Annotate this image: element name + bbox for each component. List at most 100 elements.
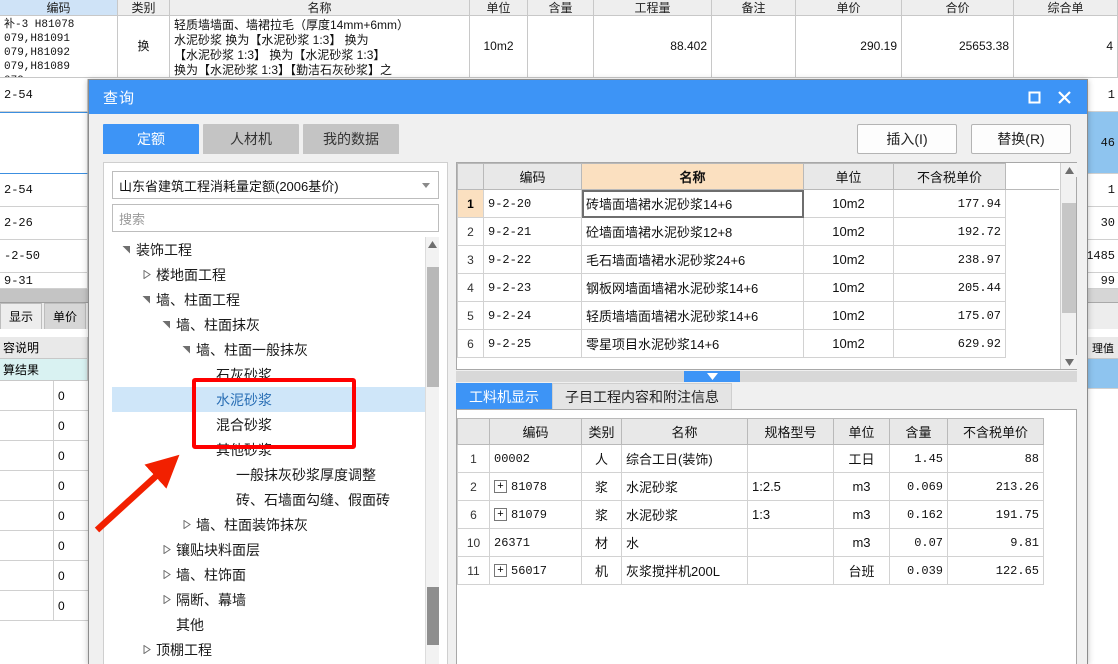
background-table-row[interactable]: 补-3 H81078 079,H81091 079,H81092 079,H81…	[0, 16, 1118, 78]
cell-content[interactable]: 1.45	[889, 444, 948, 473]
table-row[interactable]: 1 00002 人综合工日(装饰) 工日 1.45 88	[457, 444, 1076, 473]
rs-header-price[interactable]: 不含税单价	[947, 418, 1044, 445]
scroll-up-icon[interactable]	[426, 237, 439, 251]
triangle-right-icon[interactable]	[178, 520, 194, 529]
cell-content[interactable]: 0.162	[889, 500, 948, 529]
cell-name[interactable]: 综合工日(装饰)	[621, 444, 748, 473]
cell-unit[interactable]: m3	[833, 472, 890, 501]
cell-content[interactable]: 0.07	[889, 528, 948, 557]
tree-node[interactable]: 墙、柱饰面	[112, 562, 425, 587]
row-number[interactable]: 1	[457, 444, 490, 473]
cell-name[interactable]: 毛石墙面墙裙水泥砂浆24+6	[581, 245, 804, 274]
cell-name[interactable]: 灰浆搅拌机200L	[621, 556, 748, 585]
qi-header-name[interactable]: 名称	[581, 163, 804, 190]
table-row[interactable]: 2 +81078 浆水泥砂浆 1:2.5 m3 0.069 213.26	[457, 472, 1076, 501]
cell-name[interactable]: 水泥砂浆	[621, 500, 748, 529]
quota-items-scrollbar-thumb[interactable]	[1062, 203, 1076, 313]
tab-labor-material-machine[interactable]: 人材机	[203, 124, 299, 154]
cell-price[interactable]: 88	[947, 444, 1044, 473]
cell-price[interactable]: 213.26	[947, 472, 1044, 501]
expand-plus-icon[interactable]: +	[494, 479, 507, 493]
bg-col-header-total-price[interactable]: 合价	[902, 0, 1014, 15]
background-left-splitter[interactable]	[0, 289, 88, 303]
tree-node[interactable]: 墙、柱面抹灰	[112, 312, 425, 337]
cell-category[interactable]: 人	[581, 444, 622, 473]
tree-node[interactable]: 顶棚工程	[112, 637, 425, 662]
cell-price[interactable]: 122.65	[947, 556, 1044, 585]
cell-price[interactable]: 192.72	[893, 217, 1006, 246]
tab-my-data[interactable]: 我的数据	[303, 124, 399, 154]
triangle-right-icon[interactable]	[158, 570, 174, 579]
rs-header-unit[interactable]: 单位	[833, 418, 890, 445]
row-number[interactable]: 3	[457, 245, 484, 274]
tree-node[interactable]: 混合砂浆	[112, 412, 425, 437]
triangle-right-icon[interactable]	[138, 270, 154, 279]
quota-items-scrollbar[interactable]	[1060, 163, 1077, 369]
cell-code[interactable]: 9-2-24	[483, 301, 582, 330]
bg-col-header-quantity[interactable]: 工程量	[594, 0, 712, 15]
rs-header-content[interactable]: 含量	[889, 418, 948, 445]
cell-code[interactable]: 9-2-21	[483, 217, 582, 246]
row-number[interactable]: 2	[457, 217, 484, 246]
table-row[interactable]: 2 9-2-21 砼墙面墙裙水泥砂浆12+8 10m2 192.72	[457, 217, 1060, 246]
cell-name[interactable]: 轻质墙墙面墙裙水泥砂浆14+6	[581, 301, 804, 330]
rs-header-name[interactable]: 名称	[621, 418, 748, 445]
table-row[interactable]: 4 9-2-23 钢板网墙面墙裙水泥砂浆14+6 10m2 205.44	[457, 273, 1060, 302]
cell-spec[interactable]	[747, 556, 834, 585]
tree-node[interactable]: 墙、柱面一般抹灰	[112, 337, 425, 362]
cell-unit[interactable]: 10m2	[803, 189, 894, 218]
cell-price[interactable]: 191.75	[947, 500, 1044, 529]
cell-unit[interactable]: 10m2	[803, 245, 894, 274]
cell-price[interactable]: 175.07	[893, 301, 1006, 330]
cell-spec[interactable]	[747, 444, 834, 473]
cell-content[interactable]: 0.039	[889, 556, 948, 585]
tree-node[interactable]: 墙、柱面工程	[112, 287, 425, 312]
close-icon[interactable]	[1049, 82, 1079, 112]
triangle-down-icon[interactable]	[118, 245, 134, 254]
table-row[interactable]: 10 26371 材水 m3 0.07 9.81	[457, 528, 1076, 557]
cell-name[interactable]: 砖墙面墙裙水泥砂浆14+6	[581, 189, 804, 218]
bg-col-header-remark[interactable]: 备注	[712, 0, 796, 15]
cell-price[interactable]: 9.81	[947, 528, 1044, 557]
table-row[interactable]: 11 +56017 机灰浆搅拌机200L 台班 0.039 122.65	[457, 556, 1076, 585]
tree-node[interactable]: 镶贴块料面层	[112, 537, 425, 562]
cell-unit[interactable]: 10m2	[803, 301, 894, 330]
cell-category[interactable]: 材	[581, 528, 622, 557]
cell-spec[interactable]	[747, 528, 834, 557]
row-number[interactable]: 1	[457, 189, 484, 218]
qi-header-unit[interactable]: 单位	[803, 163, 894, 190]
background-right-splitter[interactable]	[1088, 289, 1118, 303]
bg-col-header-unit[interactable]: 单位	[470, 0, 528, 15]
triangle-down-icon[interactable]	[158, 320, 174, 329]
rs-header-category[interactable]: 类别	[581, 418, 622, 445]
splitter-collapse-handle[interactable]	[684, 371, 740, 382]
cell-unit[interactable]: 10m2	[803, 217, 894, 246]
rs-header-code[interactable]: 编码	[489, 418, 582, 445]
bg-col-header-composite[interactable]: 综合单	[1014, 0, 1118, 15]
table-row[interactable]: 6 +81079 浆水泥砂浆 1:3 m3 0.162 191.75	[457, 500, 1076, 529]
tab-labor-material-machine-display[interactable]: 工料机显示	[456, 383, 552, 409]
cell-code[interactable]: 00002	[489, 444, 582, 473]
expand-plus-icon[interactable]: +	[494, 563, 507, 577]
maximize-icon[interactable]	[1019, 82, 1049, 112]
cell-name[interactable]: 水	[621, 528, 748, 557]
row-number[interactable]: 6	[457, 329, 484, 358]
tree-scrollbar-thumb-lower[interactable]	[427, 587, 439, 645]
tree-scrollbar[interactable]	[425, 237, 439, 664]
search-input[interactable]: 搜索	[112, 204, 439, 232]
tree-node[interactable]: 隔断、幕墙	[112, 587, 425, 612]
row-number[interactable]: 11	[457, 556, 490, 585]
cell-code[interactable]: 9-2-22	[483, 245, 582, 274]
triangle-right-icon[interactable]	[158, 595, 174, 604]
bg-col-header-category[interactable]: 类别	[118, 0, 170, 15]
cell-unit[interactable]: m3	[833, 500, 890, 529]
cell-code[interactable]: +81078	[489, 472, 582, 501]
cell-content[interactable]: 0.069	[889, 472, 948, 501]
row-number[interactable]: 10	[457, 528, 490, 557]
scroll-down-icon[interactable]	[1061, 355, 1077, 369]
tree-node[interactable]: 一般抹灰砂浆厚度调整	[112, 462, 425, 487]
qi-header-code[interactable]: 编码	[483, 163, 582, 190]
tree-scrollbar-thumb-upper[interactable]	[427, 267, 439, 387]
replace-button[interactable]: 替换(R)	[971, 124, 1071, 154]
tree-node[interactable]: 装饰工程	[112, 237, 425, 262]
